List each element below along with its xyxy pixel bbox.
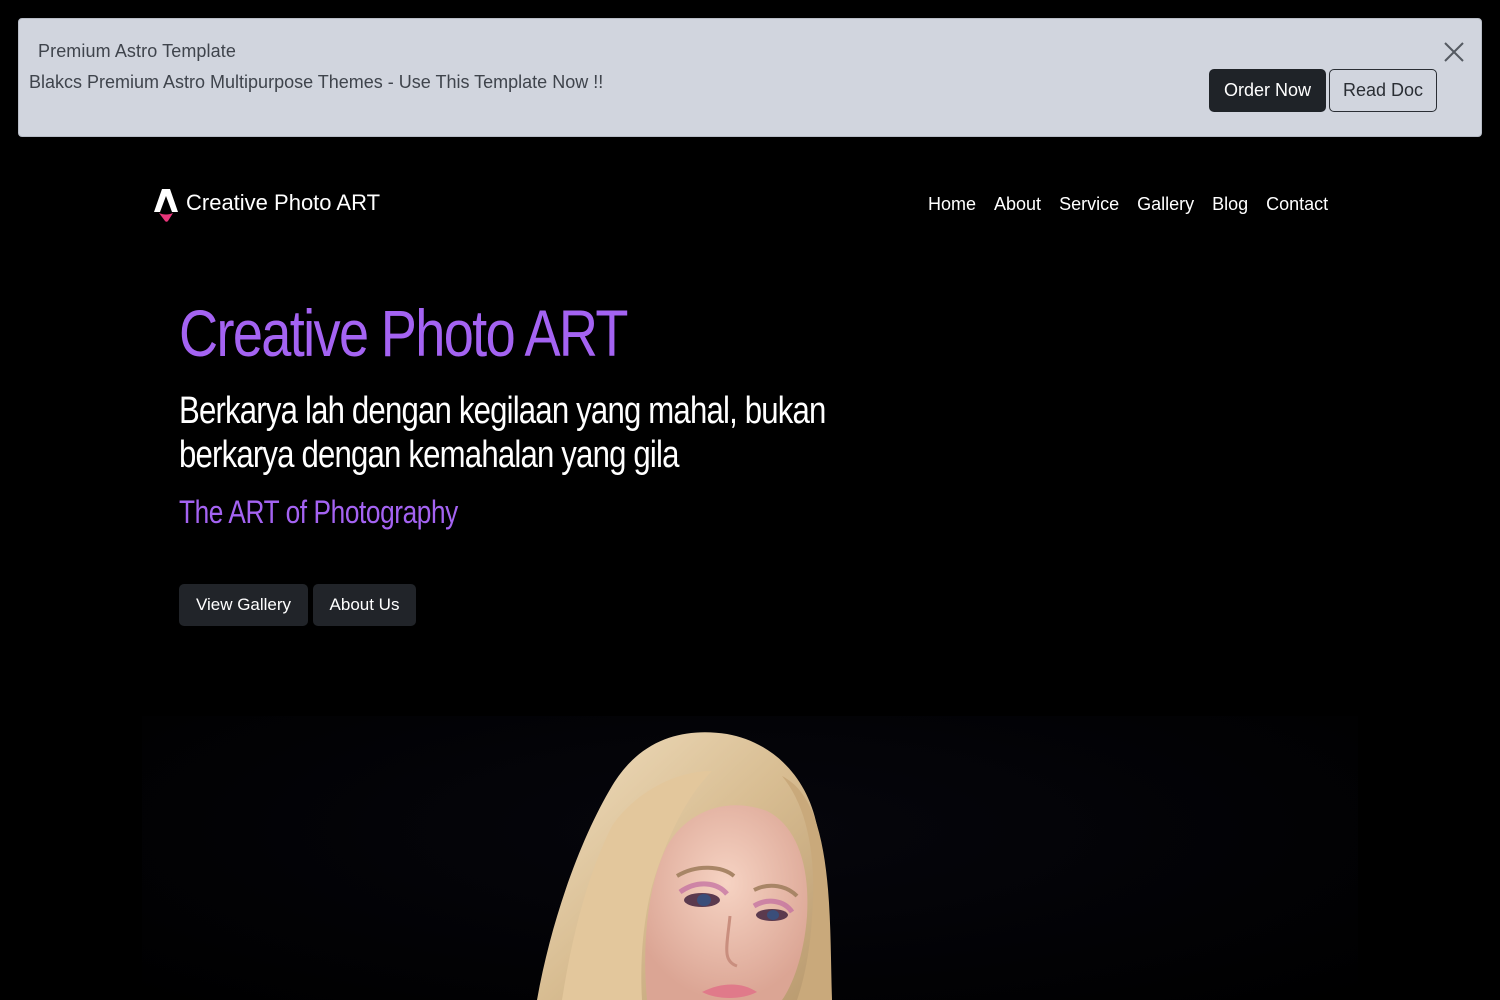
nav-blog[interactable]: Blog bbox=[1212, 194, 1248, 215]
main-nav: Home About Service Gallery Blog Contact bbox=[928, 194, 1328, 215]
announcement-banner: Premium Astro Template Blakcs Premium As… bbox=[18, 18, 1482, 137]
nav-about[interactable]: About bbox=[994, 194, 1041, 215]
brand-link[interactable]: Creative Photo ART bbox=[151, 186, 380, 226]
view-gallery-button[interactable]: View Gallery bbox=[179, 584, 308, 626]
nav-gallery[interactable]: Gallery bbox=[1137, 194, 1194, 215]
order-now-button[interactable]: Order Now bbox=[1209, 69, 1326, 112]
nav-home[interactable]: Home bbox=[928, 194, 976, 215]
nav-contact[interactable]: Contact bbox=[1266, 194, 1328, 215]
astro-logo-icon bbox=[154, 189, 178, 222]
banner-title: Premium Astro Template bbox=[38, 41, 236, 61]
hero-title: Creative Photo ART bbox=[179, 296, 628, 370]
banner-text: Blakcs Premium Astro Multipurpose Themes… bbox=[29, 72, 604, 92]
hero-portrait-image bbox=[142, 716, 1358, 1000]
hero-subtitle: Berkarya lah dengan kegilaan yang mahal,… bbox=[179, 390, 826, 476]
close-icon[interactable] bbox=[1441, 39, 1467, 65]
brand-name: Creative Photo ART bbox=[186, 190, 381, 215]
hero-tagline: The ART of Photography bbox=[179, 494, 458, 530]
read-doc-button[interactable]: Read Doc bbox=[1329, 69, 1437, 112]
about-us-button[interactable]: About Us bbox=[313, 584, 416, 626]
nav-service[interactable]: Service bbox=[1059, 194, 1119, 215]
